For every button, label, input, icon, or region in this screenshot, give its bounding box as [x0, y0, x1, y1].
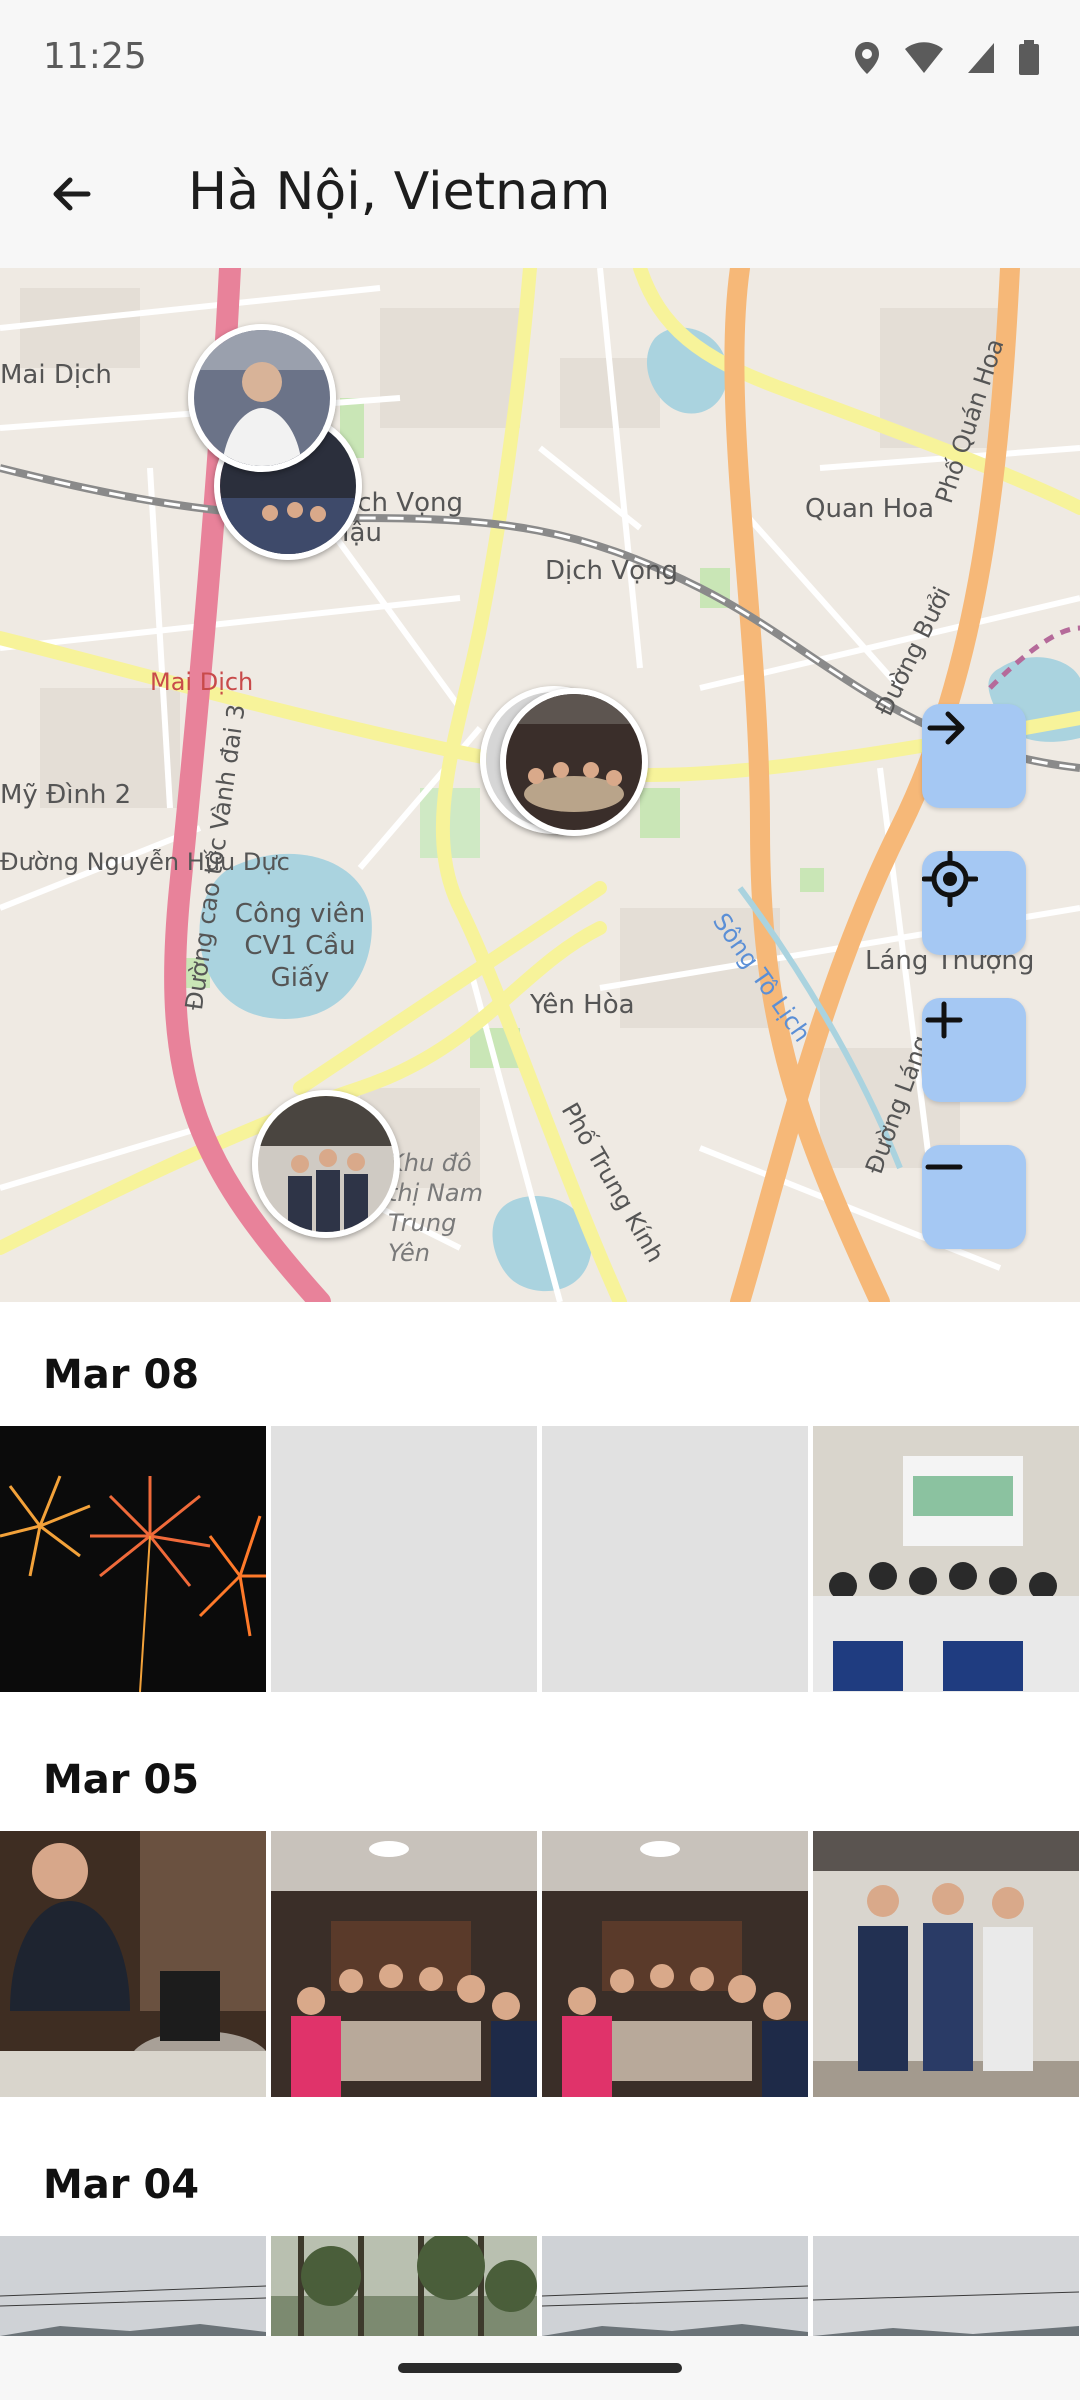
photo-sky-mountains[interactable] [542, 2236, 808, 2336]
map-label: Khu đô thị Nam Trung Yên [388, 1149, 483, 1267]
photo-thumbnail [542, 2236, 808, 2336]
map-photo-pin[interactable] [188, 324, 336, 472]
photo-sky-mountains[interactable] [0, 2236, 266, 2336]
photo-thumbnail [271, 2236, 537, 2336]
photo-thumbnail [813, 1831, 1079, 2097]
photo-thumbnail [813, 1426, 1079, 1692]
photo-thumbnail [258, 1096, 394, 1232]
map-label: Quan Hoa [805, 494, 935, 524]
map-label: Mai Dịch [150, 668, 254, 696]
my-location-button[interactable] [922, 851, 1026, 955]
zoom-out-button[interactable] [922, 1145, 1026, 1249]
plus-icon [925, 1001, 963, 1039]
status-bar: 11:25 [0, 0, 1080, 120]
photo-fireworks[interactable] [0, 1426, 266, 1692]
photo-thumbnail [0, 1831, 266, 2097]
map-label: Công viên CV1 Cầu Giấy [234, 899, 366, 993]
map-label: Đường Nguyễn Hữu Dực [0, 848, 290, 876]
signal-icon [968, 43, 994, 73]
status-icons [852, 40, 1040, 76]
photo-thumbnail [194, 330, 330, 466]
status-time: 11:25 [43, 36, 147, 77]
back-button[interactable] [36, 158, 108, 230]
location-icon [855, 42, 879, 74]
photo-dinner-table-group[interactable] [542, 1831, 808, 2097]
photo-placeholder[interactable] [271, 1426, 537, 1692]
wifi-icon [905, 42, 943, 73]
battery-icon [1019, 40, 1039, 75]
app-bar: Hà Nội, Vietnam [0, 120, 1080, 268]
arrow-left-icon [53, 177, 91, 211]
photo-row [0, 2236, 1080, 2336]
arrow-right-icon [927, 711, 965, 745]
photo-row [0, 1426, 1080, 1692]
photo-thumbnail [506, 694, 642, 830]
page-title: Hà Nội, Vietnam [188, 162, 611, 222]
photo-classroom-group[interactable] [813, 1426, 1079, 1692]
map-label: Mỹ Đình 2 [0, 780, 132, 810]
photo-thumbnail [813, 2236, 1079, 2336]
photo-row [0, 1831, 1080, 2097]
map-view[interactable]: Mai Dịch Dịch Vọng Hậu Dịch Vọng Quan Ho… [0, 268, 1080, 1302]
photo-placeholder[interactable] [542, 1426, 808, 1692]
photo-thumbnail [542, 1831, 808, 2097]
map-label: Dịch Vọng [545, 556, 678, 586]
photo-pine-forest[interactable] [271, 2236, 537, 2336]
section-date-header: Mar 05 [43, 1757, 200, 1803]
zoom-in-button[interactable] [922, 998, 1026, 1102]
photo-group-standing[interactable] [813, 1831, 1079, 2097]
photo-thumbnail [271, 1831, 537, 2097]
map-photo-pin[interactable] [500, 688, 648, 836]
section-date-header: Mar 08 [43, 1352, 200, 1398]
map-photo-pin[interactable] [252, 1090, 400, 1238]
navigate-button[interactable] [922, 704, 1026, 808]
map-label: Yên Hòa [530, 990, 635, 1020]
home-indicator[interactable] [398, 2363, 682, 2373]
photo-sky-mountains[interactable] [813, 2236, 1079, 2336]
map-label: Mai Dịch [0, 360, 112, 390]
photo-thumbnail [0, 2236, 266, 2336]
section-date-header: Mar 04 [43, 2162, 200, 2208]
photo-dinner-table-group[interactable] [271, 1831, 537, 2097]
minus-icon [925, 1164, 963, 1170]
photo-thumbnail [0, 1426, 266, 1692]
photo-man-in-restaurant[interactable] [0, 1831, 266, 2097]
my-location-icon [922, 851, 978, 907]
